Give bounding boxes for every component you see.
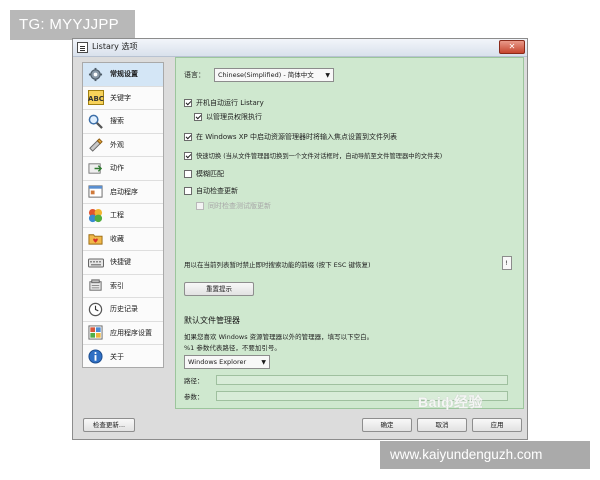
svg-text:ABC: ABC bbox=[88, 95, 104, 103]
check-updates-button[interactable]: 检查更新... bbox=[83, 418, 135, 432]
checkbox-label: 模糊匹配 bbox=[196, 170, 224, 178]
sidebar-item-projects[interactable]: 工程 bbox=[83, 204, 163, 228]
file-manager-param-hint: %1 参数代表路径，不要加引号。 bbox=[184, 344, 281, 352]
action-icon bbox=[87, 160, 104, 177]
sidebar-item-label: 快捷键 bbox=[110, 258, 131, 267]
index-icon bbox=[87, 277, 104, 294]
sidebar-item-index[interactable]: 索引 bbox=[83, 275, 163, 298]
beta-update-checkbox bbox=[196, 202, 204, 210]
clock-icon bbox=[87, 301, 104, 318]
close-button[interactable]: ✕ bbox=[499, 40, 525, 54]
window-title: Listary 选项 bbox=[92, 42, 138, 51]
apply-button[interactable]: 应用 bbox=[472, 418, 522, 432]
quick-switch-checkbox[interactable] bbox=[184, 151, 192, 160]
tg-label: TG: MYYJJPP bbox=[10, 10, 135, 40]
path-input[interactable] bbox=[216, 375, 508, 385]
sidebar-item-actions[interactable]: 动作 bbox=[83, 157, 163, 181]
checkbox-row-autostart[interactable]: 开机自动运行 Listary bbox=[184, 98, 264, 108]
gear-icon bbox=[87, 66, 104, 83]
chevron-down-icon: ▼ bbox=[261, 359, 266, 366]
sidebar-item-search[interactable]: 搜索 bbox=[83, 110, 163, 134]
listary-app-icon bbox=[77, 42, 88, 53]
sidebar-item-hotkeys[interactable]: 快捷键 bbox=[83, 251, 163, 275]
general-settings-panel: 语言： Chinese(Simplified) - 简体中文 ▼ 开机自动运行 … bbox=[175, 57, 524, 409]
checkbox-label: 开机自动运行 Listary bbox=[196, 99, 264, 107]
autostart-checkbox[interactable] bbox=[184, 99, 192, 107]
url-label: www.kaiyundenguzh.com bbox=[380, 441, 590, 469]
fuzzy-match-checkbox[interactable] bbox=[184, 170, 192, 178]
cancel-button[interactable]: 取消 bbox=[417, 418, 467, 432]
checkbox-row-auto-update[interactable]: 自动检查更新 bbox=[184, 186, 238, 196]
language-row: 语言： bbox=[184, 70, 205, 80]
sidebar-item-label: 外观 bbox=[110, 140, 124, 149]
sidebar-item-label: 工程 bbox=[110, 211, 124, 220]
paint-icon bbox=[87, 136, 104, 153]
sidebar-item-favorites[interactable]: 收藏 bbox=[83, 228, 163, 251]
checkbox-label: 以管理员权限执行 bbox=[206, 113, 262, 121]
xp-focus-checkbox[interactable] bbox=[184, 133, 192, 141]
checkbox-row-beta-update: 同时检查测试版更新 bbox=[196, 201, 271, 211]
checkbox-row-xp-focus[interactable]: 在 Windows XP 中启动资源管理器时将输入焦点设置到文件列表 bbox=[184, 132, 397, 142]
default-file-manager-heading: 默认文件管理器 bbox=[184, 316, 240, 325]
disable-prefix-note: 用以在当前列表暂时禁止即时搜索功能的前缀 (按下 ESC 键恢复) bbox=[184, 261, 371, 269]
run-as-admin-checkbox[interactable] bbox=[194, 113, 202, 121]
baidu-watermark: Baiф经验 bbox=[418, 394, 484, 410]
disable-prefix-input[interactable]: ! bbox=[502, 256, 512, 270]
checkbox-label: 快速切换 (当从文件管理器切换到一个文件对话框时，自动导航至文件管理器中的文件夹… bbox=[196, 153, 443, 160]
sidebar-item-keywords[interactable]: ABC 关键字 bbox=[83, 87, 163, 110]
sidebar-item-appearance[interactable]: 外观 bbox=[83, 134, 163, 157]
chevron-down-icon: ▼ bbox=[325, 72, 330, 79]
sidebar-item-label: 搜索 bbox=[110, 117, 124, 126]
sidebar-item-history[interactable]: 历史记录 bbox=[83, 298, 163, 322]
checkbox-label: 自动检查更新 bbox=[196, 187, 238, 195]
disable-prefix-value: ! bbox=[505, 259, 508, 267]
sidebar-item-label: 动作 bbox=[110, 164, 124, 173]
language-label: 语言： bbox=[184, 71, 205, 79]
sidebar-item-label: 常规设置 bbox=[110, 70, 138, 79]
checkbox-row-quick-switch[interactable]: 快速切换 (当从文件管理器切换到一个文件对话框时，自动导航至文件管理器中的文件夹… bbox=[184, 151, 442, 160]
sidebar-item-label: 关于 bbox=[110, 352, 124, 361]
checkbox-row-fuzzy[interactable]: 模糊匹配 bbox=[184, 169, 224, 179]
folder-heart-icon bbox=[87, 230, 104, 247]
reset-tips-button[interactable]: 重置提示 bbox=[184, 282, 254, 296]
file-manager-description: 如果您喜欢 Windows 资源管理器以外的管理器，填写以下空白。 bbox=[184, 333, 374, 341]
magnifier-icon bbox=[87, 113, 104, 130]
language-select-value: Chinese(Simplified) - 简体中文 bbox=[218, 71, 314, 79]
file-manager-select[interactable]: Windows Explorer ▼ bbox=[184, 355, 270, 369]
project-icon bbox=[87, 207, 104, 224]
launcher-icon bbox=[87, 183, 104, 200]
path-label: 路径： bbox=[184, 377, 204, 385]
sidebar-item-about[interactable]: 关于 bbox=[83, 345, 163, 369]
sidebar-item-label: 历史记录 bbox=[110, 305, 138, 314]
sidebar-item-launcher[interactable]: 启动程序 bbox=[83, 181, 163, 204]
app-settings-icon bbox=[87, 324, 104, 341]
sidebar-item-app-settings[interactable]: 应用程序设置 bbox=[83, 322, 163, 345]
checkbox-row-admin[interactable]: 以管理员权限执行 bbox=[194, 112, 262, 122]
auto-update-checkbox[interactable] bbox=[184, 187, 192, 195]
sidebar-item-label: 收藏 bbox=[110, 234, 124, 243]
checkbox-label: 在 Windows XP 中启动资源管理器时将输入焦点设置到文件列表 bbox=[196, 133, 397, 141]
keyboard-icon bbox=[87, 254, 104, 271]
settings-sidebar: 常规设置 ABC 关键字 搜索 外观 动作 启动程序 工程 收藏 快捷键 索引 … bbox=[82, 62, 164, 368]
checkbox-label: 同时检查测试版更新 bbox=[208, 202, 271, 210]
title-bar: Listary 选项 ✕ bbox=[73, 39, 527, 57]
file-manager-select-value: Windows Explorer bbox=[188, 358, 247, 366]
language-select[interactable]: Chinese(Simplified) - 简体中文 ▼ bbox=[214, 68, 334, 82]
sidebar-item-label: 应用程序设置 bbox=[110, 328, 152, 337]
params-label: 参数： bbox=[184, 393, 204, 401]
sidebar-item-label: 启动程序 bbox=[110, 187, 138, 196]
ok-button[interactable]: 确定 bbox=[362, 418, 412, 432]
sidebar-item-label: 关键字 bbox=[110, 93, 131, 102]
listary-options-window: Listary 选项 ✕ 常规设置 ABC 关键字 搜索 外观 动作 启动程序 … bbox=[72, 38, 528, 440]
sidebar-item-general[interactable]: 常规设置 bbox=[83, 63, 163, 87]
abc-icon: ABC bbox=[87, 89, 104, 106]
sidebar-item-label: 索引 bbox=[110, 281, 124, 290]
info-icon bbox=[87, 348, 104, 365]
